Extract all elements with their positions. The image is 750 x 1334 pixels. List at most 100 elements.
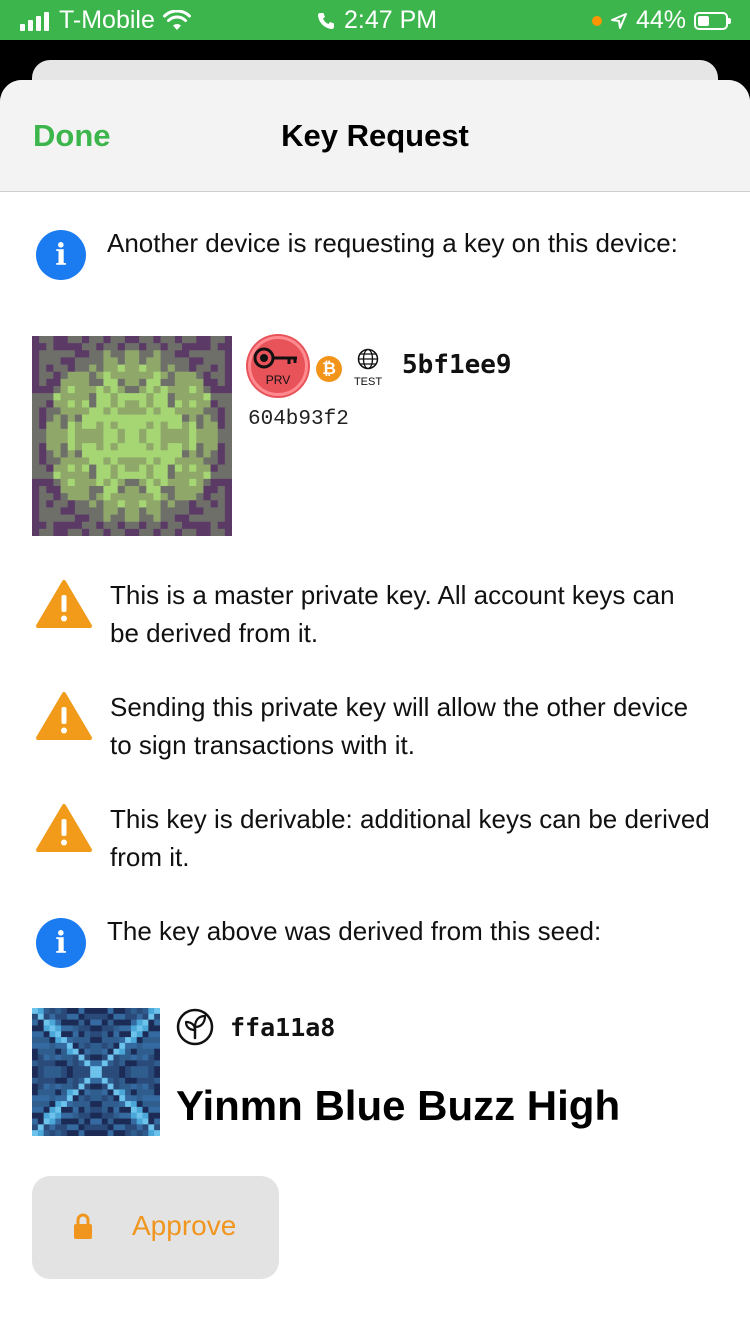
identicon-pixel xyxy=(89,421,97,430)
identicon-pixel xyxy=(132,521,140,530)
identicon-pixel xyxy=(124,486,133,494)
identicon-pixel xyxy=(96,436,104,444)
identicon-pixel xyxy=(125,1060,132,1067)
identicon-pixel xyxy=(154,1089,160,1096)
identicon-pixel xyxy=(160,393,169,401)
identicon-pixel xyxy=(66,1072,74,1079)
identicon-pixel xyxy=(66,1031,74,1038)
identicon-pixel xyxy=(66,1083,74,1090)
identicon-pixel xyxy=(113,1112,120,1120)
identicon-pixel xyxy=(74,371,83,380)
identicon-pixel xyxy=(182,528,190,536)
identicon-pixel xyxy=(153,336,162,344)
identicon-pixel xyxy=(167,521,176,530)
identicon-pixel xyxy=(82,443,90,451)
identicon-pixel xyxy=(139,350,147,358)
identicon-pixel xyxy=(142,1130,149,1136)
identicon-pixel xyxy=(224,528,232,536)
identicon-pixel xyxy=(37,1101,45,1108)
identicon-pixel xyxy=(160,407,169,416)
done-button[interactable]: Done xyxy=(33,118,111,154)
identicon-pixel xyxy=(66,1089,74,1096)
identicon-pixel xyxy=(66,1060,74,1067)
identicon-pixel xyxy=(53,336,62,344)
identicon-pixel xyxy=(146,407,154,416)
identicon-pixel xyxy=(103,414,112,423)
identicon-pixel xyxy=(82,464,90,473)
identicon-pixel xyxy=(96,336,104,344)
identicon-pixel xyxy=(61,1077,68,1085)
identicon-pixel xyxy=(224,486,232,494)
identicon-pixel xyxy=(153,493,162,501)
identicon-pixel xyxy=(136,1037,144,1044)
identicon-pixel xyxy=(55,1054,62,1061)
identicon-pixel xyxy=(32,386,40,394)
source-seed: ffa11a8 Yinmn Blue Buzz High xyxy=(32,1008,732,1136)
identicon-pixel xyxy=(142,1048,149,1056)
identicon-pixel xyxy=(67,521,76,530)
identicon-pixel xyxy=(107,1106,114,1114)
identicon-pixel xyxy=(96,1048,103,1056)
identicon-pixel xyxy=(90,1060,97,1067)
identicon-pixel xyxy=(153,521,162,530)
identicon-pixel xyxy=(107,1112,114,1120)
identicon-pixel xyxy=(136,1025,144,1032)
identicon-pixel xyxy=(67,471,76,480)
identicon-pixel xyxy=(89,486,97,494)
seed-identicon xyxy=(32,1008,160,1136)
identicon-pixel xyxy=(146,371,154,380)
identicon-pixel xyxy=(174,364,183,373)
identicon-pixel xyxy=(160,336,169,344)
identicon-pixel xyxy=(119,1054,126,1061)
identicon-pixel xyxy=(167,478,176,487)
identicon-pixel xyxy=(107,1118,114,1125)
identicon-pixel xyxy=(153,378,162,387)
identicon-pixel xyxy=(66,1019,74,1026)
identicon-pixel xyxy=(53,393,62,401)
identicon-pixel xyxy=(66,1130,74,1136)
identicon-pixel xyxy=(84,1031,91,1038)
identicon-pixel xyxy=(130,1112,138,1120)
identicon-pixel xyxy=(146,500,154,508)
identicon-pixel xyxy=(84,1008,91,1015)
identicon-pixel xyxy=(113,1031,120,1038)
identicon-pixel xyxy=(90,1124,97,1131)
identicon-pixel xyxy=(203,357,212,366)
identicon-pixel xyxy=(53,386,62,394)
identicon-pixel xyxy=(142,1106,149,1114)
identicon-pixel xyxy=(124,407,133,416)
identicon-pixel xyxy=(37,1106,45,1114)
identicon-pixel xyxy=(32,357,40,366)
identicon-pixel xyxy=(37,1054,45,1061)
identicon-pixel xyxy=(130,1118,138,1125)
identicon-pixel xyxy=(117,514,126,523)
identicon-pixel xyxy=(84,1083,91,1090)
approve-button[interactable]: Approve xyxy=(32,1176,279,1279)
identicon-pixel xyxy=(49,1124,56,1131)
identicon-pixel xyxy=(32,514,40,523)
identicon-pixel xyxy=(96,1060,103,1067)
identicon-pixel xyxy=(153,471,162,480)
identicon-pixel xyxy=(90,1042,97,1050)
identicon-pixel xyxy=(67,364,76,373)
identicon-pixel xyxy=(49,1083,56,1090)
identicon-pixel xyxy=(72,1095,80,1102)
identicon-pixel xyxy=(74,350,83,358)
identicon-pixel xyxy=(32,1060,39,1067)
identicon-pixel xyxy=(74,443,83,451)
status-left: T-Mobile xyxy=(20,6,191,35)
identicon-pixel xyxy=(78,1060,85,1067)
identicon-pixel xyxy=(136,1106,144,1114)
identicon-pixel xyxy=(39,464,47,473)
identicon-pixel xyxy=(67,350,76,358)
identicon-pixel xyxy=(136,1013,144,1021)
identicon-pixel xyxy=(139,407,147,416)
requested-key: PRV ₿ TEST 5bf1ee9 604b93f2 xyxy=(32,336,732,536)
identicon-pixel xyxy=(43,1025,50,1032)
identicon-pixel xyxy=(89,478,97,487)
identicon-pixel xyxy=(174,471,183,480)
warning-master-text: This is a master private key. All accoun… xyxy=(110,580,675,648)
identicon-pixel xyxy=(60,500,69,508)
identicon-pixel xyxy=(117,386,126,394)
identicon-pixel xyxy=(130,1083,138,1090)
